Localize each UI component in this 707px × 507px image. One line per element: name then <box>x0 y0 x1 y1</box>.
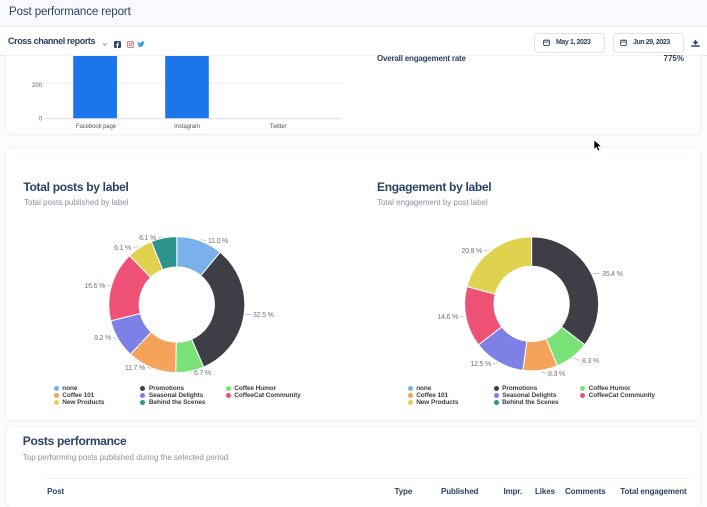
svg-text:11.0 %: 11.0 % <box>208 238 228 245</box>
svg-text:11.7 %: 11.7 % <box>125 365 145 372</box>
svg-text:16.6 %: 16.6 % <box>84 283 105 290</box>
svg-text:6.1 %: 6.1 % <box>114 245 131 252</box>
svg-text:6.7 %: 6.7 % <box>194 370 211 377</box>
svg-text:12.5 %: 12.5 % <box>470 361 491 368</box>
svg-text:Facebook page: Facebook page <box>76 124 117 130</box>
svg-text:Twitter: Twitter <box>270 124 287 130</box>
svg-text:6.1 %: 6.1 % <box>139 235 156 242</box>
svg-text:8.3 %: 8.3 % <box>582 358 599 365</box>
svg-text:200: 200 <box>32 83 43 89</box>
svg-text:35.4 %: 35.4 % <box>602 271 623 278</box>
svg-text:20.8 %: 20.8 % <box>461 248 482 255</box>
svg-text:32.5 %: 32.5 % <box>253 312 274 319</box>
svg-text:14.6 %: 14.6 % <box>437 314 458 321</box>
svg-text:9.2 %: 9.2 % <box>94 335 111 342</box>
svg-text:8.3 %: 8.3 % <box>548 371 565 378</box>
svg-text:Instagram: Instagram <box>174 124 200 130</box>
svg-text:0: 0 <box>39 117 43 123</box>
